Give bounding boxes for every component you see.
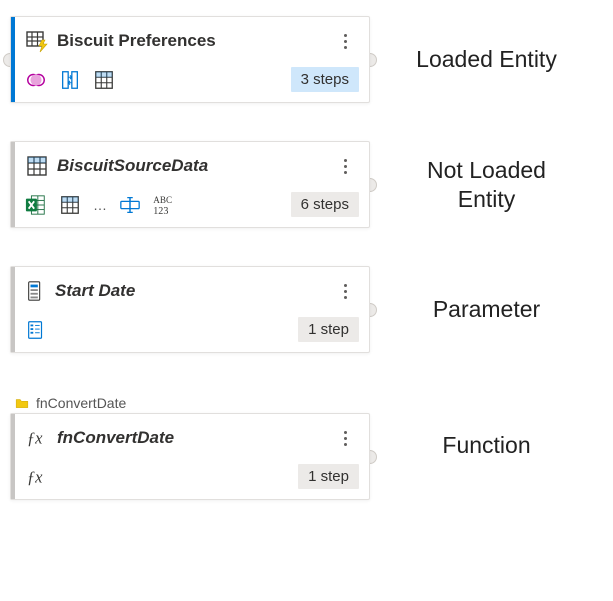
fx-icon — [25, 466, 49, 488]
more-menu-button[interactable] — [331, 27, 359, 55]
table-lightning-icon — [25, 29, 49, 53]
card-title: fnConvertDate — [49, 428, 331, 448]
excel-icon — [25, 194, 47, 216]
more-menu-button[interactable] — [331, 277, 359, 305]
category-label: Not Loaded Entity — [370, 156, 603, 214]
query-card-parameter[interactable]: Start Date 1 step — [10, 266, 370, 353]
row-parameter: Start Date 1 step Parameter — [10, 266, 603, 353]
abc123-icon — [153, 194, 181, 216]
accent-bar — [11, 142, 15, 227]
accent-bar — [11, 267, 15, 352]
accent-bar — [11, 414, 15, 499]
row-not-loaded-entity: BiscuitSourceData … 6 steps — [10, 141, 603, 228]
steps-badge[interactable]: 1 step — [298, 464, 359, 489]
card-title: BiscuitSourceData — [49, 156, 331, 176]
parameter-icon — [25, 279, 47, 303]
steps-badge[interactable]: 3 steps — [291, 67, 359, 92]
list-icon — [25, 319, 47, 341]
more-menu-button[interactable] — [331, 152, 359, 180]
query-card-loaded[interactable]: Biscuit Preferences 3 steps — [10, 16, 370, 103]
steps-badge[interactable]: 6 steps — [291, 192, 359, 217]
query-card-not-loaded[interactable]: BiscuitSourceData … 6 steps — [10, 141, 370, 228]
more-menu-button[interactable] — [331, 424, 359, 452]
card-title: Start Date — [47, 281, 331, 301]
query-card-function[interactable]: fnConvertDate 1 step — [10, 413, 370, 500]
row-function: fnConvertDate fnConvertDate — [10, 391, 603, 500]
card-title: Biscuit Preferences — [49, 31, 331, 51]
split-column-icon — [59, 69, 81, 91]
folder-icon — [14, 396, 30, 410]
steps-badge[interactable]: 1 step — [298, 317, 359, 342]
row-loaded-entity: Biscuit Preferences 3 steps Loaded Entit… — [10, 16, 603, 103]
category-label: Loaded Entity — [370, 45, 603, 74]
group-label-text: fnConvertDate — [36, 395, 126, 411]
grid-icon — [93, 69, 115, 91]
accent-bar — [11, 17, 15, 102]
grid-icon — [59, 194, 81, 216]
rename-icon — [119, 194, 141, 216]
fx-icon — [25, 427, 49, 449]
ellipsis: … — [93, 197, 107, 213]
venn-icon — [25, 69, 47, 91]
category-label: Parameter — [370, 295, 603, 324]
function-group-header[interactable]: fnConvertDate — [10, 391, 370, 413]
grid-icon — [25, 154, 49, 178]
category-label: Function — [370, 431, 603, 460]
